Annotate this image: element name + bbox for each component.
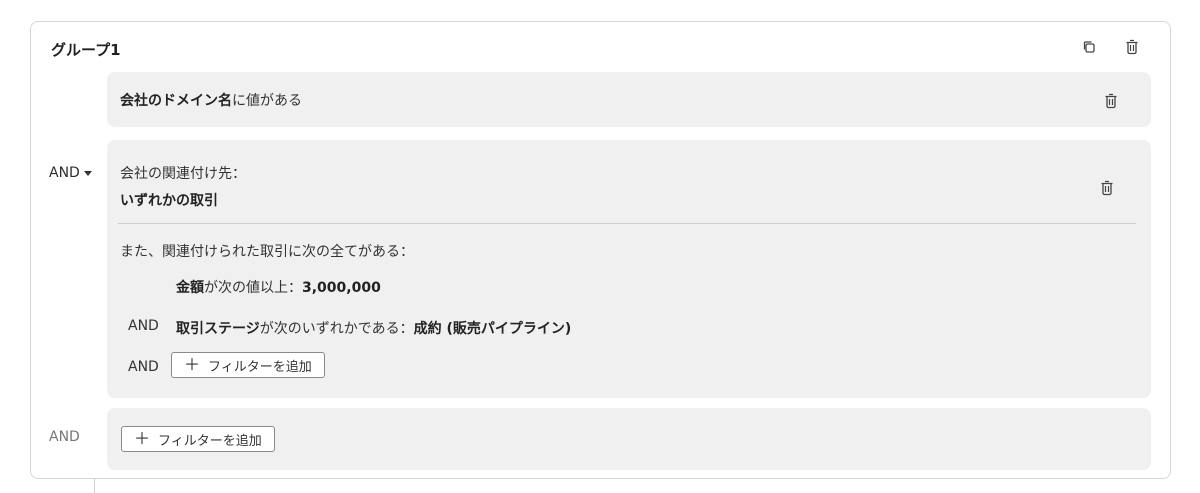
filter-condition: に値がある xyxy=(232,93,302,109)
add-and-label: AND xyxy=(128,359,159,375)
add-filter-row: ＋ フィルターを追加 xyxy=(107,408,1151,470)
copy-icon[interactable] xyxy=(1079,37,1099,57)
bottom-and-label: AND xyxy=(49,429,80,445)
filter-item-association[interactable]: 会社の関連付け先： いずれかの取引 また、関連付けられた取引に次の全てがある： … xyxy=(107,140,1151,398)
filter-text: 会社のドメイン名に値がある xyxy=(120,90,302,110)
add-filter-label: フィルターを追加 xyxy=(208,359,312,375)
criteria-intro: また、関連付けられた取引に次の全てがある： xyxy=(120,244,414,260)
filter-property: 会社のドメイン名 xyxy=(120,93,232,109)
criterion-value: 3,000,000 xyxy=(302,280,381,296)
and-operator-label: AND xyxy=(49,165,80,181)
criterion-property: 金額 xyxy=(176,280,204,296)
criterion-amount[interactable]: 金額が次の値以上：3,000,000 xyxy=(176,277,381,297)
group-title: グループ1 xyxy=(51,41,121,59)
criterion-operator: が次の値以上： xyxy=(204,280,302,296)
and-operator-dropdown[interactable]: AND xyxy=(49,165,92,181)
criterion-value: 成約 (販売パイプライン) xyxy=(413,321,572,337)
plus-icon: ＋ xyxy=(184,355,201,374)
connector-line xyxy=(94,479,95,493)
divider xyxy=(118,223,1136,224)
caret-down-icon xyxy=(83,170,92,176)
trash-icon[interactable] xyxy=(1101,91,1121,111)
add-filter-label: フィルターを追加 xyxy=(158,433,262,449)
add-filter-button[interactable]: ＋ フィルターを追加 xyxy=(171,352,325,378)
association-value: いずれかの取引 xyxy=(120,193,218,209)
criterion-and-label: AND xyxy=(128,318,159,334)
filter-group-card: グループ1 会社のドメイン名に値がある AND 会社の関連付け先： いずれかの取… xyxy=(30,21,1171,479)
criterion-deal-stage[interactable]: 取引ステージが次のいずれかである：成約 (販売パイプライン) xyxy=(176,318,571,338)
add-filter-button[interactable]: ＋ フィルターを追加 xyxy=(121,426,275,452)
trash-icon[interactable] xyxy=(1122,37,1142,57)
trash-icon[interactable] xyxy=(1097,178,1117,198)
filter-item-domain[interactable]: 会社のドメイン名に値がある xyxy=(107,72,1151,127)
criterion-operator: が次のいずれかである： xyxy=(259,321,414,337)
association-label: 会社の関連付け先： xyxy=(120,166,246,182)
criterion-property: 取引ステージ xyxy=(176,321,260,337)
plus-icon: ＋ xyxy=(134,429,151,448)
